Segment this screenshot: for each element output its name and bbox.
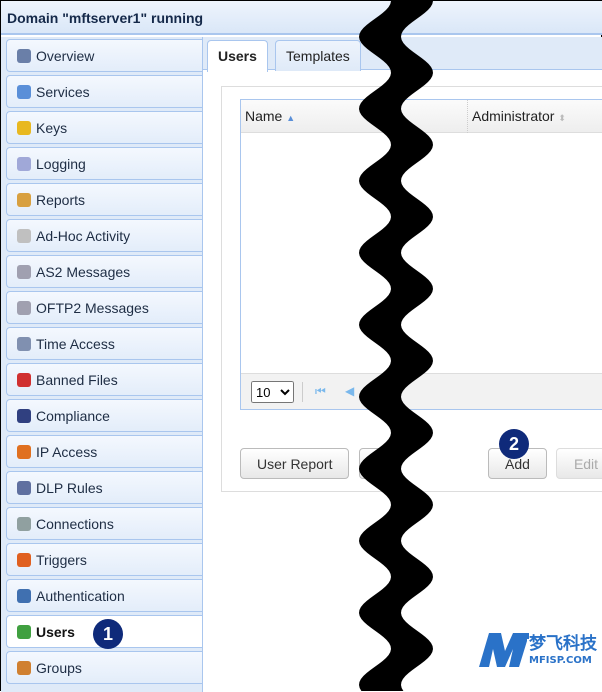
sidebar-item-banned-files[interactable]: Banned Files xyxy=(6,363,202,396)
sidebar-item-time-access[interactable]: Time Access xyxy=(6,327,202,360)
partial-button[interactable]: R xyxy=(359,448,399,479)
speech-bubble-icon xyxy=(17,157,31,171)
sidebar-item-label: Logging xyxy=(36,156,86,172)
shield-icon xyxy=(17,481,31,495)
sidebar-item-ad-hoc-activity[interactable]: Ad-Hoc Activity xyxy=(6,219,202,252)
tab-bar: Users Templates xyxy=(203,37,602,72)
users-panel: Name ▲ Administrator ⬍ 10 ⏮ ◀ User Repor… xyxy=(221,86,602,492)
sidebar-item-label: Banned Files xyxy=(36,372,118,388)
sidebar-item-triggers[interactable]: Triggers xyxy=(6,543,202,576)
prev-page-icon[interactable]: ◀ xyxy=(345,384,354,398)
sidebar-item-keys[interactable]: Keys xyxy=(6,111,202,144)
sidebar-item-authentication[interactable]: Authentication xyxy=(6,579,202,612)
sort-icon: ⬍ xyxy=(558,113,566,123)
sidebar-item-label: Compliance xyxy=(36,408,110,424)
sidebar-item-label: IP Access xyxy=(36,444,98,460)
sidebar-item-label: AS2 Messages xyxy=(36,264,131,280)
group-icon xyxy=(17,661,31,675)
tab-templates[interactable]: Templates xyxy=(275,40,361,71)
svg-text:MFISP.COM: MFISP.COM xyxy=(529,655,592,666)
users-grid: Name ▲ Administrator ⬍ 10 ⏮ ◀ xyxy=(240,99,602,410)
sidebar-item-compliance[interactable]: Compliance xyxy=(6,399,202,432)
sidebar-item-label: Services xyxy=(36,84,90,100)
user-icon xyxy=(17,625,31,639)
sidebar-item-label: Users xyxy=(36,624,75,640)
step-badge-1: 1 xyxy=(93,619,123,649)
overview-icon xyxy=(17,49,31,63)
user-report-button[interactable]: User Report xyxy=(240,448,350,479)
sidebar-item-label: Authentication xyxy=(36,588,125,604)
sort-asc-icon: ▲ xyxy=(286,113,296,123)
sidebar-item-label: Ad-Hoc Activity xyxy=(36,228,131,244)
messages-icon xyxy=(17,301,31,315)
trigger-icon xyxy=(17,553,31,567)
sidebar-item-label: DLP Rules xyxy=(36,480,103,496)
sidebar-item-label: Overview xyxy=(36,48,95,64)
tab-users[interactable]: Users xyxy=(207,40,268,72)
window-title: Domain "mftserver1" running xyxy=(1,1,602,35)
sidebar-item-label: OFTP2 Messages xyxy=(36,300,149,316)
sidebar-item-label: Time Access xyxy=(36,336,115,352)
column-administrator[interactable]: Administrator ⬍ xyxy=(472,108,566,124)
services-icon xyxy=(17,85,31,99)
page-size-select[interactable]: 10 xyxy=(251,381,294,403)
first-page-icon[interactable]: ⏮ xyxy=(315,384,326,399)
edit-button[interactable]: Edit xyxy=(556,448,602,479)
sidebar-item-overview[interactable]: Overview xyxy=(6,39,202,72)
banned-icon xyxy=(17,373,31,387)
sidebar-item-label: Groups xyxy=(36,660,82,676)
envelope-icon xyxy=(17,229,31,243)
bar-chart-icon xyxy=(17,193,31,207)
sidebar-item-groups[interactable]: Groups xyxy=(6,651,202,684)
sidebar-item-label: Keys xyxy=(36,120,68,136)
svg-text:梦飞科技: 梦飞科技 xyxy=(529,633,598,654)
connections-icon xyxy=(17,517,31,531)
sidebar-item-oftp2-messages[interactable]: OFTP2 Messages xyxy=(6,291,202,324)
main-panel: Users Templates Name ▲ Administrator ⬍ 1… xyxy=(202,37,602,692)
messages-icon xyxy=(17,265,31,279)
sidebar-item-as2-messages[interactable]: AS2 Messages xyxy=(6,255,202,288)
sidebar: Overview Services Keys Logging Reports Ad-Hoc… xyxy=(1,37,202,692)
grid-header: Name ▲ Administrator ⬍ xyxy=(241,100,602,133)
sidebar-item-label: Connections xyxy=(36,516,114,532)
firewall-icon xyxy=(17,445,31,459)
sidebar-item-reports[interactable]: Reports xyxy=(6,183,202,216)
step-badge-2: 2 xyxy=(499,429,529,459)
sidebar-item-logging[interactable]: Logging xyxy=(6,147,202,180)
sidebar-item-label: Reports xyxy=(36,192,86,208)
pager: 10 ⏮ ◀ xyxy=(241,373,602,409)
sidebar-item-connections[interactable]: Connections xyxy=(6,507,202,540)
key-icon xyxy=(17,121,31,135)
sidebar-item-label: Triggers xyxy=(36,552,87,568)
sidebar-item-ip-access[interactable]: IP Access xyxy=(6,435,202,468)
clock-icon xyxy=(17,337,31,351)
sidebar-item-dlp-rules[interactable]: DLP Rules xyxy=(6,471,202,504)
sidebar-item-services[interactable]: Services xyxy=(6,75,202,108)
person-icon xyxy=(17,409,31,423)
logo-watermark: 梦飞科技 MFISP.COM xyxy=(479,631,601,667)
id-card-icon xyxy=(17,589,31,603)
column-name[interactable]: Name ▲ xyxy=(245,108,295,124)
